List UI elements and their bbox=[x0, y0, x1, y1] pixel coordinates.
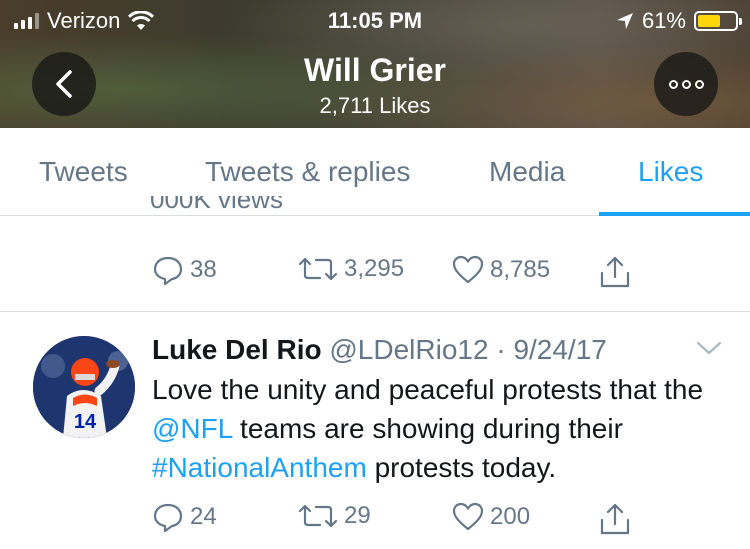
battery-icon bbox=[694, 11, 742, 31]
profile-name: Will Grier bbox=[304, 52, 446, 88]
tweet-divider bbox=[0, 311, 750, 312]
tab-tweets[interactable]: Tweets bbox=[39, 156, 128, 188]
avatar[interactable]: 14 bbox=[33, 336, 135, 438]
status-right: 61% bbox=[616, 8, 742, 34]
location-arrow-icon bbox=[616, 13, 633, 29]
retweet-count: 29 bbox=[344, 502, 371, 529]
tweet-author-line: Luke Del Rio @LDelRio12 · 9/24/17 bbox=[152, 334, 607, 366]
battery-percent: 61% bbox=[641, 8, 686, 33]
share-icon bbox=[600, 503, 630, 535]
reply-icon bbox=[153, 503, 183, 532]
tweet-partial-text: 000K views bbox=[150, 196, 350, 216]
share-button[interactable] bbox=[599, 255, 631, 289]
more-button[interactable] bbox=[654, 52, 718, 116]
reply-count: 38 bbox=[190, 256, 217, 283]
chevron-down-icon bbox=[696, 341, 722, 355]
tab-tweets-replies[interactable]: Tweets & replies bbox=[205, 156, 410, 188]
tweet-actions: 38 3,295 8,785 bbox=[0, 255, 750, 295]
tweet-text: Love the unity and peaceful protests tha… bbox=[152, 370, 742, 487]
tweet-actions: 24 29 200 bbox=[0, 502, 750, 542]
reply-count: 24 bbox=[190, 503, 217, 530]
status-bar: Verizon 11:05 PM 61% bbox=[0, 0, 750, 40]
like-icon bbox=[452, 255, 484, 284]
avatar-image: 14 bbox=[33, 336, 135, 438]
tweet-text-part-1: Love the unity and peaceful protests tha… bbox=[152, 374, 704, 405]
retweet-icon bbox=[298, 257, 338, 281]
like-button[interactable]: 8,785 bbox=[452, 255, 550, 285]
like-button[interactable]: 200 bbox=[452, 502, 530, 532]
tab-active-indicator bbox=[599, 212, 750, 216]
share-icon bbox=[600, 256, 630, 288]
tab-media[interactable]: Media bbox=[489, 156, 565, 188]
tweet-text-part-3: protests today. bbox=[366, 452, 557, 483]
tweet-date: 9/24/17 bbox=[513, 334, 607, 365]
profile-tabs: Tweets Tweets & replies Media Likes bbox=[0, 128, 750, 216]
retweet-button[interactable]: 3,295 bbox=[298, 255, 404, 283]
retweet-icon bbox=[298, 504, 338, 528]
svg-text:14: 14 bbox=[74, 411, 97, 433]
tweet-text-part-2: teams are showing during their bbox=[232, 413, 623, 444]
meta-separator: · bbox=[496, 334, 506, 365]
tweet-options-button[interactable] bbox=[696, 340, 722, 361]
author-name[interactable]: Luke Del Rio bbox=[152, 334, 322, 365]
like-icon bbox=[452, 502, 484, 531]
retweet-count: 3,295 bbox=[344, 255, 405, 282]
mention-link[interactable]: @NFL bbox=[152, 413, 232, 444]
share-button[interactable] bbox=[599, 502, 631, 536]
profile-header: Verizon 11:05 PM 61% Will Grier 2,711 Li… bbox=[0, 0, 750, 128]
reply-button[interactable]: 24 bbox=[152, 502, 217, 532]
tab-likes[interactable]: Likes bbox=[638, 156, 703, 188]
reply-button[interactable]: 38 bbox=[152, 255, 217, 285]
author-handle[interactable]: @LDelRio12 bbox=[329, 334, 488, 365]
like-count: 200 bbox=[490, 503, 531, 530]
more-icon bbox=[668, 79, 704, 89]
header-title-block: Will Grier 2,711 Likes bbox=[0, 52, 750, 119]
like-count: 8,785 bbox=[490, 256, 551, 283]
tweet-views-text: 000K views bbox=[150, 196, 283, 214]
likes-count: 2,711 Likes bbox=[319, 93, 431, 118]
reply-icon bbox=[153, 256, 183, 285]
retweet-button[interactable]: 29 bbox=[298, 502, 371, 530]
hashtag-link[interactable]: #NationalAnthem bbox=[152, 452, 367, 483]
battery-fill bbox=[698, 15, 720, 27]
